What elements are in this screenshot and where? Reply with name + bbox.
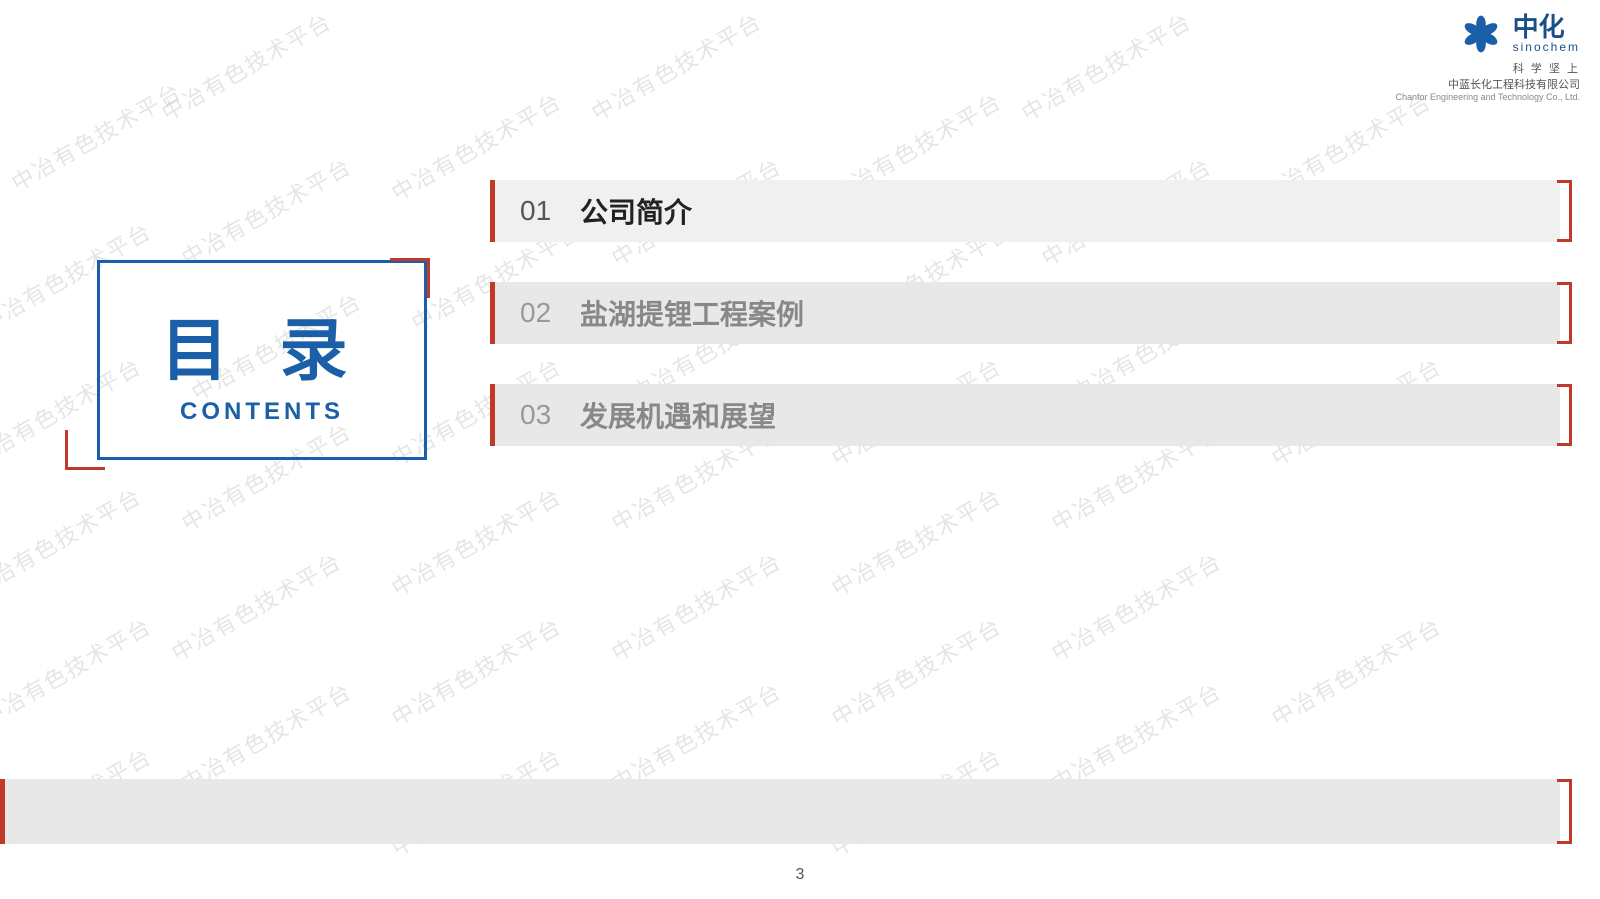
menu-item-1-number: 01	[520, 195, 560, 227]
logo-en-text: sinochem	[1513, 40, 1580, 54]
menu-item-3-number: 03	[520, 399, 560, 431]
bottom-bar	[0, 779, 1560, 844]
menu-item-2-accent	[490, 282, 495, 344]
title-bracket-bottom-left	[65, 430, 105, 470]
menu-item-1[interactable]: 01 公司简介	[490, 180, 1560, 242]
logo-text-block: 中化 sinochem	[1513, 14, 1580, 54]
main-content: 目 录 CONTENTS 01 公司简介 02 盐湖提锂工程案例 03 发展机遇…	[0, 0, 1600, 899]
title-box: 目 录 CONTENTS	[97, 260, 427, 460]
logo-brand-text: 中化	[1513, 14, 1565, 40]
logo-tagline: 科 学 坚 上	[1513, 60, 1580, 76]
menu-item-1-text: 公司简介	[580, 191, 692, 231]
title-bracket-top-right	[390, 258, 430, 298]
bottom-bar-accent	[0, 779, 5, 844]
title-sub-text: CONTENTS	[180, 398, 344, 426]
title-main-text: 目 录	[161, 295, 364, 394]
menu-item-1-accent	[490, 180, 495, 242]
page-number: 3	[796, 866, 805, 884]
sinochem-logo-icon	[1457, 10, 1505, 58]
menu-item-3-text: 发展机遇和展望	[580, 395, 776, 435]
logo-company-en: Chanfor Engineering and Technology Co., …	[1396, 92, 1580, 102]
menu-item-2-number: 02	[520, 297, 560, 329]
menu-items-container: 01 公司简介 02 盐湖提锂工程案例 03 发展机遇和展望	[490, 180, 1560, 446]
menu-item-3[interactable]: 03 发展机遇和展望	[490, 384, 1560, 446]
logo-area: 中化 sinochem 科 学 坚 上 中蓝长化工程科技有限公司 Chanfor…	[1396, 10, 1580, 102]
logo-top: 中化 sinochem	[1457, 10, 1580, 58]
menu-item-2-text: 盐湖提锂工程案例	[580, 293, 804, 333]
menu-item-3-accent	[490, 384, 495, 446]
logo-company: 中蓝长化工程科技有限公司	[1448, 76, 1580, 92]
menu-item-2[interactable]: 02 盐湖提锂工程案例	[490, 282, 1560, 344]
